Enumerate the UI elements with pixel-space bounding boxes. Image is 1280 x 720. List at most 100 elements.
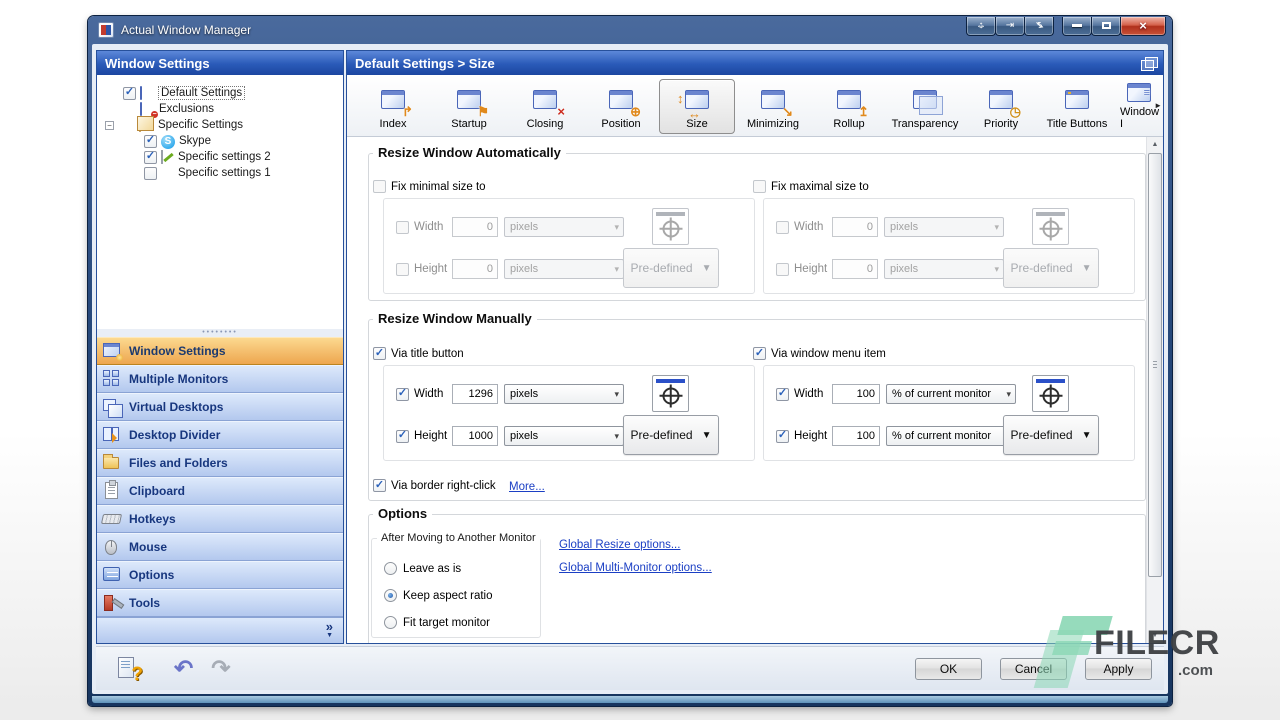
min-predefined-button[interactable]: Pre-defined▼	[623, 248, 719, 288]
tab-rollup[interactable]: ↥ Rollup	[811, 79, 887, 134]
height-checkbox[interactable]: ✓	[396, 430, 409, 443]
width-checkbox[interactable]: ✓	[396, 388, 409, 401]
tree-item-exclusions[interactable]: − Exclusions	[97, 101, 343, 117]
tab-size[interactable]: ↕ ↔ Size	[659, 79, 735, 134]
global-resize-options-link[interactable]: Global Resize options...	[559, 539, 680, 551]
tab-title-buttons[interactable]: Title Buttons	[1039, 79, 1115, 134]
sidebar-item-virtual-desktops[interactable]: Virtual Desktops	[97, 393, 343, 421]
sidebar-item-options[interactable]: Options	[97, 561, 343, 589]
menu-height-unit-select[interactable]: % of current monitor▾	[886, 426, 1016, 446]
more-link[interactable]: More...	[509, 481, 545, 493]
max-predefined-button[interactable]: Pre-defined▼	[1003, 248, 1099, 288]
sidebar-item-clipboard[interactable]: Clipboard	[97, 477, 343, 505]
sidebar-item-mouse[interactable]: Mouse	[97, 533, 343, 561]
max-pick-target-button[interactable]	[1032, 208, 1069, 245]
tree-checkbox[interactable]: ✓	[144, 151, 157, 164]
max-width-input[interactable]: 0	[832, 217, 878, 237]
menu-width-unit-select[interactable]: % of current monitor▾	[886, 384, 1016, 404]
tab-transparency[interactable]: Transparency	[887, 79, 963, 134]
sidebar-item-desktop-divider[interactable]: Desktop Divider	[97, 421, 343, 449]
sidebar-item-window-settings[interactable]: Window Settings	[97, 337, 343, 365]
scrollbar-thumb[interactable]	[1148, 153, 1162, 577]
sidebar-item-hotkeys[interactable]: Hotkeys	[97, 505, 343, 533]
redo-button[interactable]: ↷	[211, 657, 230, 680]
radio-icon[interactable]	[384, 562, 397, 575]
undo-button[interactable]: ↶	[174, 657, 193, 680]
menu-height-input[interactable]: 100	[832, 426, 880, 446]
tree-checkbox[interactable]: ✓	[144, 135, 157, 148]
radio-keep-aspect-ratio[interactable]: Keep aspect ratio	[384, 589, 493, 602]
apply-button[interactable]: Apply	[1085, 658, 1152, 680]
tb-pick-target-button[interactable]	[652, 375, 689, 412]
ok-button[interactable]: OK	[915, 658, 982, 680]
tab-index[interactable]: ↱ Index	[355, 79, 431, 134]
max-width-unit-select[interactable]: pixels▾	[884, 217, 1004, 237]
scroll-up-button[interactable]: ▲	[1147, 137, 1163, 152]
move-to-monitor-button[interactable]: ↔ ↕	[966, 17, 996, 36]
sidebar-item-tools[interactable]: Tools	[97, 589, 343, 617]
tree-item-skype[interactable]: ✓ S Skype	[97, 133, 343, 149]
scroll-down-button[interactable]: ▼	[1147, 628, 1163, 643]
menu-predefined-button[interactable]: Pre-defined▼	[1003, 415, 1099, 455]
checkbox[interactable]: ✓	[373, 479, 386, 492]
width-checkbox[interactable]	[396, 221, 409, 234]
sidebar-item-multiple-monitors[interactable]: Multiple Monitors	[97, 365, 343, 393]
min-height-input[interactable]: 0	[452, 259, 498, 279]
max-height-unit-select[interactable]: pixels▾	[884, 259, 1004, 279]
maximize-button[interactable]	[1091, 17, 1121, 36]
radio-icon[interactable]	[384, 616, 397, 629]
sidebar-item-files-folders[interactable]: Files and Folders	[97, 449, 343, 477]
global-multi-monitor-options-link[interactable]: Global Multi-Monitor options...	[559, 562, 712, 574]
close-button[interactable]: ×	[1120, 17, 1166, 36]
radio-fit-target-monitor[interactable]: Fit target monitor	[384, 616, 490, 629]
radio-leave-as-is[interactable]: Leave as is	[384, 562, 461, 575]
min-height-unit-select[interactable]: pixels▾	[504, 259, 624, 279]
category-overflow-button[interactable]: » ▼	[97, 617, 343, 643]
titlebar[interactable]: Actual Window Manager ↔ ↕ ⇥ ↖ ↘ ×	[88, 16, 1172, 44]
toolbar-overflow-icon[interactable]: ►	[1154, 101, 1162, 110]
menu-pick-target-button[interactable]	[1032, 375, 1069, 412]
tb-height-input[interactable]: 1000	[452, 426, 498, 446]
tab-startup[interactable]: ⚑ Startup	[431, 79, 507, 134]
height-checkbox[interactable]	[776, 263, 789, 276]
height-checkbox[interactable]: ✓	[776, 430, 789, 443]
tree-item-specific-1[interactable]: Specific settings 1	[97, 165, 343, 181]
tb-height-unit-select[interactable]: pixels▾	[504, 426, 624, 446]
checkbox[interactable]: ✓	[753, 347, 766, 360]
min-pick-target-button[interactable]	[652, 208, 689, 245]
width-checkbox[interactable]	[776, 221, 789, 234]
fullscreen-button[interactable]: ↖ ↘	[1024, 17, 1054, 36]
cancel-button[interactable]: Cancel	[1000, 658, 1067, 680]
tree-item-specific-2[interactable]: ✓ Specific settings 2	[97, 149, 343, 165]
content-scrollbar[interactable]: ▲ ▼	[1146, 137, 1163, 643]
fix-minimal-size-checkbox[interactable]: Fix minimal size to	[373, 180, 486, 193]
tb-predefined-button[interactable]: Pre-defined▼	[623, 415, 719, 455]
tab-closing[interactable]: × Closing	[507, 79, 583, 134]
sidebar-splitter[interactable]: ••••••••	[97, 329, 343, 337]
max-height-input[interactable]: 0	[832, 259, 878, 279]
tree-item-default-settings[interactable]: ✓ Default Settings	[97, 85, 343, 101]
cascade-windows-icon[interactable]	[1141, 57, 1157, 70]
menu-width-input[interactable]: 100	[832, 384, 880, 404]
checkbox[interactable]: ✓	[373, 347, 386, 360]
height-checkbox[interactable]	[396, 263, 409, 276]
tree-collapse-icon[interactable]: −	[105, 121, 114, 130]
min-width-unit-select[interactable]: pixels▾	[504, 217, 624, 237]
tab-position[interactable]: ⊕ Position	[583, 79, 659, 134]
width-checkbox[interactable]: ✓	[776, 388, 789, 401]
tb-width-input[interactable]: 1296	[452, 384, 498, 404]
tb-width-unit-select[interactable]: pixels▾	[504, 384, 624, 404]
checkbox[interactable]	[753, 180, 766, 193]
minimize-button[interactable]	[1062, 17, 1092, 36]
checkbox[interactable]	[373, 180, 386, 193]
tab-minimizing[interactable]: ↘ Minimizing	[735, 79, 811, 134]
via-window-menu-checkbox[interactable]: ✓ Via window menu item	[753, 347, 886, 360]
min-width-input[interactable]: 0	[452, 217, 498, 237]
radio-icon[interactable]	[384, 589, 397, 602]
fix-maximal-size-checkbox[interactable]: Fix maximal size to	[753, 180, 869, 193]
via-title-button-checkbox[interactable]: ✓ Via title button	[373, 347, 464, 360]
minimize-to-tray-button[interactable]: ⇥	[995, 17, 1025, 36]
tab-priority[interactable]: ◷ Priority	[963, 79, 1039, 134]
tree-checkbox[interactable]	[144, 167, 157, 180]
tree-item-specific-settings[interactable]: − Specific Settings	[97, 117, 343, 133]
